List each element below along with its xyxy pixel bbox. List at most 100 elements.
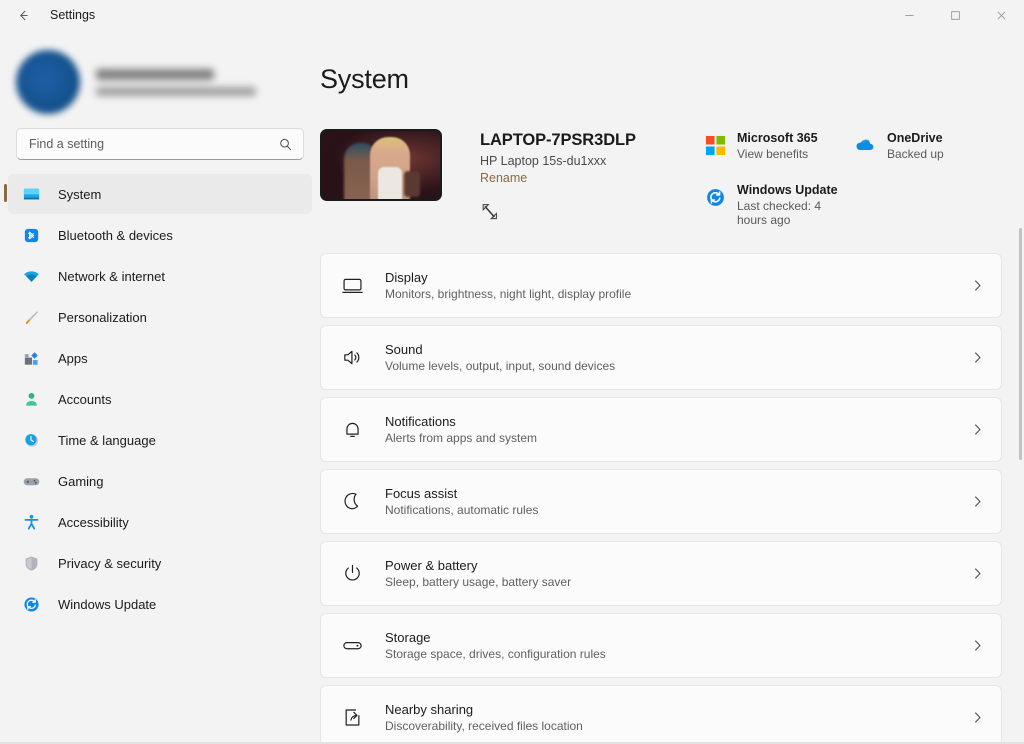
settings-row-subtitle: Monitors, brightness, night light, displ… <box>385 287 632 301</box>
sidebar-item-system[interactable]: System <box>4 174 312 214</box>
status-card-onedrive[interactable]: OneDrive Backed up <box>852 131 1002 161</box>
account-name-redacted <box>96 68 214 80</box>
apps-icon <box>20 347 42 369</box>
device-name: LAPTOP-7PSR3DLP <box>480 131 636 149</box>
sidebar-item-time-language[interactable]: Time & language <box>8 420 312 460</box>
settings-row-subtitle: Storage space, drives, configuration rul… <box>385 647 606 661</box>
settings-row-subtitle: Alerts from apps and system <box>385 431 538 445</box>
sidebar-item-bluetooth-devices[interactable]: Bluetooth & devices <box>8 215 312 255</box>
maximize-button[interactable] <box>932 0 978 30</box>
close-button[interactable] <box>978 0 1024 30</box>
settings-row-nearby-sharing[interactable]: Nearby sharing Discoverability, received… <box>320 685 1002 744</box>
settings-row-subtitle: Notifications, automatic rules <box>385 503 539 517</box>
window-controls <box>886 0 1024 30</box>
back-button[interactable] <box>4 2 42 28</box>
monitor-outline-icon <box>339 273 365 299</box>
status-card-windows-update[interactable]: Windows Update Last checked: 4 hours ago <box>702 183 852 227</box>
chevron-right-icon <box>970 638 985 653</box>
back-arrow-icon <box>19 10 28 20</box>
settings-row-title: Notifications <box>385 414 456 429</box>
settings-row-notifications[interactable]: Notifications Alerts from apps and syste… <box>320 397 1002 462</box>
sidebar-item-label: Gaming <box>58 473 104 489</box>
chevron-right-icon <box>970 350 985 365</box>
sidebar-item-apps[interactable]: Apps <box>8 338 312 378</box>
status-card-title: Windows Update <box>737 183 838 197</box>
sidebar-item-label: Accounts <box>58 391 112 407</box>
search-icon <box>278 137 293 152</box>
sidebar-item-gaming[interactable]: Gaming <box>8 461 312 501</box>
sidebar-item-accessibility[interactable]: Accessibility <box>8 502 312 542</box>
window-title: Settings <box>50 8 96 22</box>
settings-row-sound[interactable]: Sound Volume levels, output, input, soun… <box>320 325 1002 390</box>
settings-row-subtitle: Discoverability, received files location <box>385 719 583 733</box>
monitor-icon <box>20 183 42 205</box>
close-icon <box>997 11 1005 19</box>
status-card-title: Microsoft 365 <box>737 131 818 145</box>
settings-row-focus-assist[interactable]: Focus assist Notifications, automatic ru… <box>320 469 1002 534</box>
sidebar-item-accounts[interactable]: Accounts <box>8 379 312 419</box>
power-icon <box>339 561 365 587</box>
device-identity: LAPTOP-7PSR3DLP HP Laptop 15s-du1xxx Ren… <box>320 129 636 201</box>
sidebar-item-privacy-security[interactable]: Privacy & security <box>8 543 312 583</box>
search-container <box>0 120 320 170</box>
sidebar-item-label: System <box>58 186 102 202</box>
settings-row-title: Nearby sharing <box>385 702 474 717</box>
settings-row-title: Storage <box>385 630 431 645</box>
settings-row-storage[interactable]: Storage Storage space, drives, configura… <box>320 613 1002 678</box>
shield-icon <box>20 552 42 574</box>
device-model: HP Laptop 15s-du1xxx <box>480 154 607 168</box>
settings-row-subtitle: Volume levels, output, input, sound devi… <box>385 359 616 373</box>
account-email-redacted <box>96 86 256 96</box>
share-icon <box>339 705 365 731</box>
sidebar: System Bluetooth & devices <box>0 30 320 744</box>
main-content: System LAPTOP-7PSR3DLP HP Laptop 15s-du1… <box>320 30 1024 744</box>
status-card-subtitle: Backed up <box>887 147 944 161</box>
status-card-subtitle: Last checked: 4 hours ago <box>737 199 822 227</box>
chevron-right-icon <box>970 278 985 293</box>
desktop-wallpaper-thumbnail <box>320 129 442 201</box>
sidebar-item-label: Windows Update <box>58 596 157 612</box>
bluetooth-icon <box>20 224 42 246</box>
chevron-right-icon <box>970 710 985 725</box>
status-card-title: OneDrive <box>887 131 943 145</box>
update-icon <box>702 184 728 210</box>
settings-row-title: Focus assist <box>385 486 458 501</box>
search-box[interactable] <box>16 128 304 160</box>
avatar <box>16 50 80 114</box>
status-card-subtitle: View benefits <box>737 147 809 161</box>
rename-link[interactable]: Rename <box>480 171 636 185</box>
account-text-redacted <box>96 68 256 96</box>
sidebar-item-windows-update[interactable]: Windows Update <box>8 584 312 624</box>
onedrive-cloud-icon <box>852 132 878 158</box>
accessibility-icon <box>20 511 42 533</box>
settings-row-display[interactable]: Display Monitors, brightness, night ligh… <box>320 253 1002 318</box>
page-title: System <box>320 64 409 94</box>
settings-row-power-battery[interactable]: Power & battery Sleep, battery usage, ba… <box>320 541 1002 606</box>
minimize-button[interactable] <box>886 0 932 30</box>
search-input[interactable] <box>29 137 278 151</box>
sidebar-item-personalization[interactable]: Personalization <box>8 297 312 337</box>
settings-row-subtitle: Sleep, battery usage, battery saver <box>385 575 572 589</box>
chevron-right-icon <box>970 422 985 437</box>
status-card-microsoft-365[interactable]: Microsoft 365 View benefits <box>702 131 852 161</box>
settings-row-title: Display <box>385 270 428 285</box>
sidebar-item-label: Personalization <box>58 309 147 325</box>
sidebar-item-label: Bluetooth & devices <box>58 227 173 243</box>
maximize-icon <box>950 10 960 20</box>
sidebar-item-label: Network & internet <box>58 268 165 284</box>
sidebar-item-label: Time & language <box>58 432 156 448</box>
sidebar-item-label: Accessibility <box>58 514 129 530</box>
vertical-scrollbar[interactable] <box>1019 228 1022 460</box>
gamepad-icon <box>20 470 42 492</box>
settings-list: Display Monitors, brightness, night ligh… <box>320 253 1002 744</box>
sidebar-item-network-internet[interactable]: Network & internet <box>8 256 312 296</box>
app-shell: System Bluetooth & devices <box>0 30 1024 744</box>
clock-icon <box>20 429 42 451</box>
settings-row-title: Sound <box>385 342 423 357</box>
settings-row-title: Power & battery <box>385 558 478 573</box>
sidebar-item-label: Privacy & security <box>58 555 162 571</box>
update-icon <box>20 593 42 615</box>
account-summary[interactable] <box>0 32 320 120</box>
person-icon <box>20 388 42 410</box>
paintbrush-icon <box>20 306 42 328</box>
